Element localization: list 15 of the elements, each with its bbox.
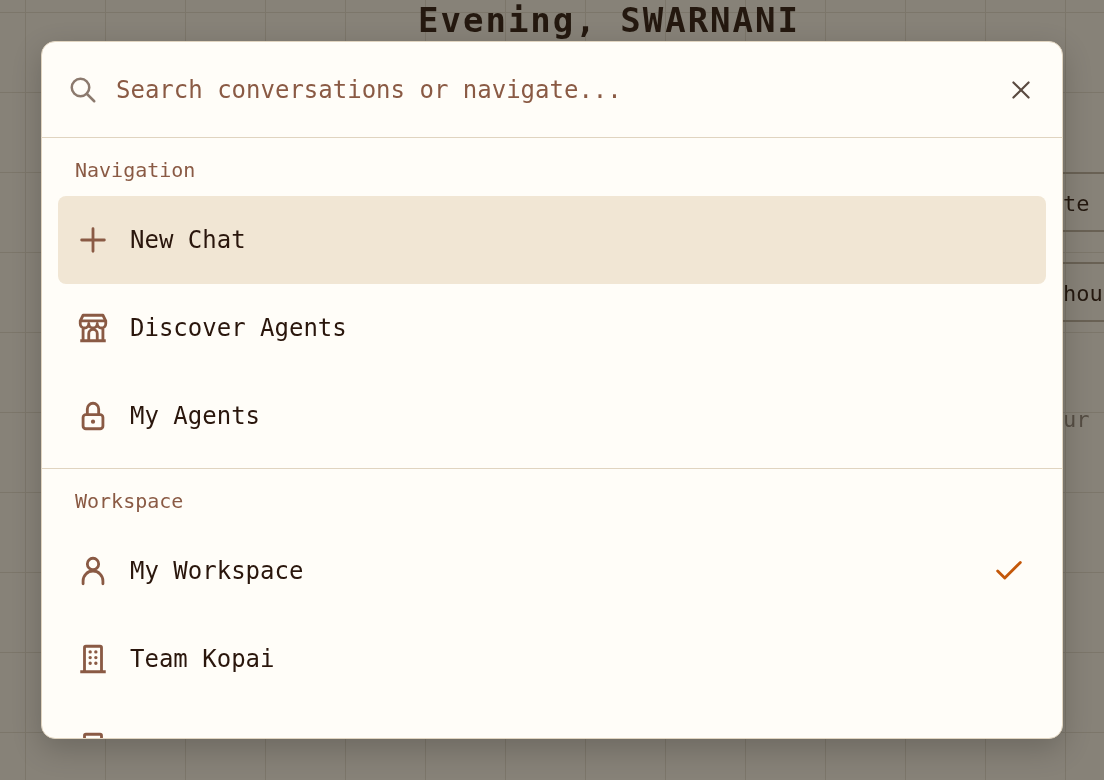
- item-label: My Workspace: [130, 557, 305, 585]
- menu-item[interactable]: Discover Agents: [58, 284, 1046, 372]
- page-heading: Evening, SWARNANI: [418, 2, 800, 38]
- section-title: Navigation: [74, 158, 197, 184]
- menu-item[interactable]: My Workspace: [58, 527, 1046, 615]
- search-field[interactable]: Search conversations or navigate...: [116, 75, 986, 104]
- section-title: Workspace: [74, 489, 185, 515]
- menu-item[interactable]: New Chat: [58, 196, 1046, 284]
- item-label: My Agents: [130, 402, 262, 430]
- item-label: Discover Agents: [130, 314, 348, 342]
- menu-item[interactable]: Team Kopai: [58, 615, 1046, 703]
- menu-item[interactable]: My Agents: [58, 372, 1046, 460]
- item-label: New Chat: [130, 226, 247, 254]
- item-label: Team Kopai: [130, 645, 276, 673]
- storefront-icon: [76, 311, 110, 345]
